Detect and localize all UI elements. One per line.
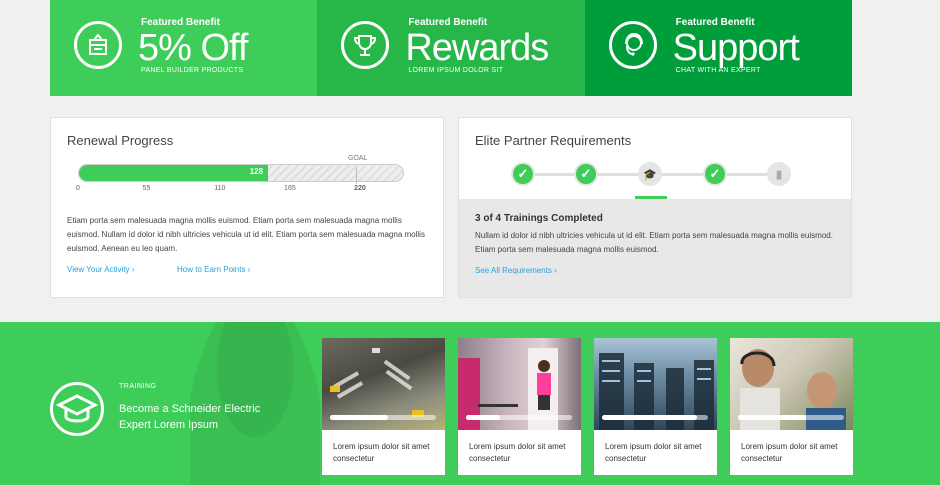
tile-progress (602, 415, 708, 420)
benefit-rewards[interactable]: Featured Benefit Rewards LOREM IPSUM DOL… (317, 0, 585, 96)
card-title: Renewal Progress (67, 133, 174, 148)
tile-photo-server-room (594, 338, 717, 430)
card-title: Elite Partner Requirements (475, 133, 632, 148)
progress-fill (79, 165, 268, 181)
benefit-title: Support (672, 27, 800, 69)
goal-marker (356, 168, 357, 184)
progress-value: 128 (249, 167, 264, 176)
see-requirements-link[interactable]: See All Requirements › (475, 266, 557, 275)
progress-ticks: 0 55 110 165 220 (76, 185, 404, 199)
tile-progress-fill (466, 415, 500, 420)
tile-caption: Lorem ipsum dolor sit amet consectetur (605, 442, 702, 463)
graduation-cap-icon (50, 382, 104, 436)
step-complete[interactable]: ✓ (511, 162, 535, 186)
training-title: Become a Schneider Electric Expert Lorem… (119, 403, 261, 431)
benefit-subtitle: PANEL BUILDER PRODUCTS (141, 67, 244, 74)
gift-tag-icon (74, 21, 122, 69)
tick-label: 55 (142, 185, 151, 192)
tile-photo-call-center (730, 338, 853, 430)
graduation-cap-icon: 🎓 (643, 168, 657, 181)
tile-progress-fill (602, 415, 698, 420)
benefit-support[interactable]: Featured Benefit Support CHAT WITH AN EX… (584, 0, 852, 96)
chevron-right-icon: › (131, 265, 135, 274)
tile-photo-street (322, 338, 445, 430)
requirement-steps: ✓ ✓ 🎓 ✓ ▮ (511, 162, 791, 188)
training-tile[interactable]: Lorem ipsum dolor sit amet consectetur (322, 338, 445, 475)
check-icon: ✓ (709, 166, 721, 181)
tile-progress-fill (738, 415, 806, 420)
tile-progress (466, 415, 572, 420)
step-pending[interactable]: ▮ (767, 162, 791, 186)
training-tile[interactable]: Lorem ipsum dolor sit amet consectetur (730, 338, 853, 475)
earn-points-link[interactable]: How to Earn Points › (177, 265, 250, 274)
tile-caption: Lorem ipsum dolor sit amet consectetur (333, 442, 430, 463)
featured-benefits-banner: Featured Benefit 5% Off PANEL BUILDER PR… (50, 0, 852, 96)
chevron-right-icon: › (554, 266, 557, 275)
tick-label: 165 (284, 185, 296, 192)
check-icon: ✓ (517, 166, 529, 181)
requirement-description: Nullam id dolor id nibh ultricies vehicu… (475, 231, 833, 254)
bar-chart-icon: ▮ (775, 168, 783, 181)
benefit-title: 5% Off (138, 27, 248, 69)
tile-progress (738, 415, 844, 420)
view-activity-link[interactable]: View Your Activity › (67, 265, 134, 274)
tile-photo-office (458, 338, 581, 430)
renewal-description: Etiam porta sem malesuada magna mollis e… (67, 216, 425, 253)
goal-label: GOAL (348, 155, 368, 162)
tile-progress (330, 415, 436, 420)
chevron-right-icon: › (247, 265, 251, 274)
training-kicker: TRAINING (119, 383, 157, 390)
renewal-progress-card: Renewal Progress GOAL 128 0 55 110 165 2… (50, 117, 444, 298)
tile-caption: Lorem ipsum dolor sit amet consectetur (741, 442, 838, 463)
benefit-title: Rewards (405, 27, 549, 69)
tick-label: 110 (214, 185, 226, 192)
benefit-subtitle: CHAT WITH AN EXPERT (675, 67, 761, 74)
training-tile[interactable]: Lorem ipsum dolor sit amet consectetur (458, 338, 581, 475)
tick-label: 0 (76, 185, 80, 192)
training-tile[interactable]: Lorem ipsum dolor sit amet consectetur (594, 338, 717, 475)
requirement-status: 3 of 4 Trainings Completed (475, 213, 603, 224)
headset-icon (608, 21, 657, 69)
trophy-icon (341, 21, 390, 69)
step-complete[interactable]: ✓ (574, 162, 598, 186)
requirement-detail-panel: 3 of 4 Trainings Completed Nullam id dol… (459, 199, 851, 297)
step-current[interactable]: 🎓 (638, 162, 662, 186)
tile-caption: Lorem ipsum dolor sit amet consectetur (469, 442, 566, 463)
tile-progress-fill (330, 415, 389, 420)
link-label: How to Earn Points (177, 265, 246, 274)
check-icon: ✓ (580, 166, 592, 181)
tick-label: 220 (354, 185, 366, 192)
benefit-subtitle: LOREM IPSUM DOLOR SIT (408, 67, 504, 74)
elite-partner-card: Elite Partner Requirements ✓ ✓ 🎓 ✓ ▮ 3 o… (458, 117, 852, 298)
benefit-discount[interactable]: Featured Benefit 5% Off PANEL BUILDER PR… (50, 0, 318, 96)
link-label: See All Requirements (475, 266, 552, 275)
link-label: View Your Activity (67, 265, 130, 274)
step-complete[interactable]: ✓ (703, 162, 727, 186)
